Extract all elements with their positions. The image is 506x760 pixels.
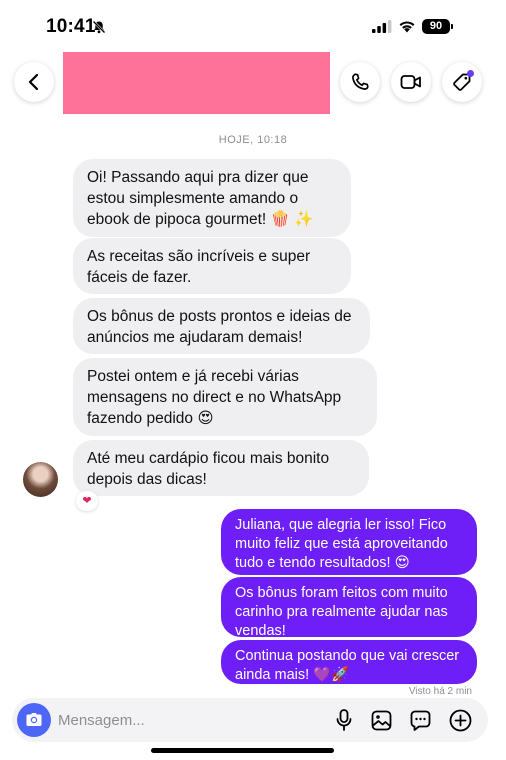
incoming-message[interactable]: Postei ontem e já recebi várias mensagen… (73, 358, 377, 436)
battery-tip (451, 24, 453, 29)
wifi-icon (399, 21, 415, 33)
battery-indicator: 90 (422, 19, 450, 34)
notification-dot (467, 70, 474, 77)
contact-avatar[interactable] (23, 462, 58, 497)
incoming-message[interactable]: Oi! Passando aqui pra dizer que estou si… (73, 159, 351, 237)
phone-icon (352, 73, 369, 90)
message-input[interactable] (58, 706, 288, 734)
plus-icon (449, 709, 471, 731)
clock: 10:41 (46, 16, 96, 37)
add-button[interactable] (448, 708, 472, 732)
signal-icon (372, 20, 392, 33)
home-indicator[interactable] (151, 748, 334, 753)
sticker-icon (410, 710, 430, 731)
incoming-message[interactable]: As receitas são incríveis e super fáceis… (73, 238, 351, 294)
sticker-button[interactable] (408, 708, 432, 732)
tag-button[interactable] (442, 62, 482, 102)
call-button[interactable] (340, 62, 380, 102)
camera-icon (26, 713, 42, 726)
mic-icon (336, 709, 352, 731)
back-icon (28, 73, 39, 91)
status-bar: 10:41 90 (0, 0, 506, 52)
seen-status: Visto há 2 min (408, 686, 472, 697)
camera-button[interactable] (17, 703, 51, 737)
message-composer (12, 698, 488, 742)
incoming-message[interactable]: Até meu cardápio ficou mais bonito depoi… (73, 440, 369, 496)
outgoing-message[interactable]: Os bônus foram feitos com muito carinho … (221, 577, 477, 639)
chat-timestamp: HOJE, 10:18 (218, 134, 288, 146)
contact-name-redacted (63, 52, 330, 114)
gallery-icon (371, 710, 391, 730)
outgoing-message[interactable]: Continua postando que vai crescer ainda … (221, 640, 477, 684)
incoming-message[interactable]: Os bônus de posts prontos e ideias de an… (73, 298, 370, 354)
back-button[interactable] (14, 62, 54, 102)
outgoing-message[interactable]: Juliana, que alegria ler isso! Fico muit… (221, 509, 477, 575)
video-icon (400, 75, 421, 89)
gallery-button[interactable] (369, 708, 393, 732)
heart-reaction[interactable]: ❤ (76, 491, 98, 511)
video-call-button[interactable] (391, 62, 431, 102)
mic-button[interactable] (332, 708, 356, 732)
bell-off-icon (92, 20, 106, 34)
